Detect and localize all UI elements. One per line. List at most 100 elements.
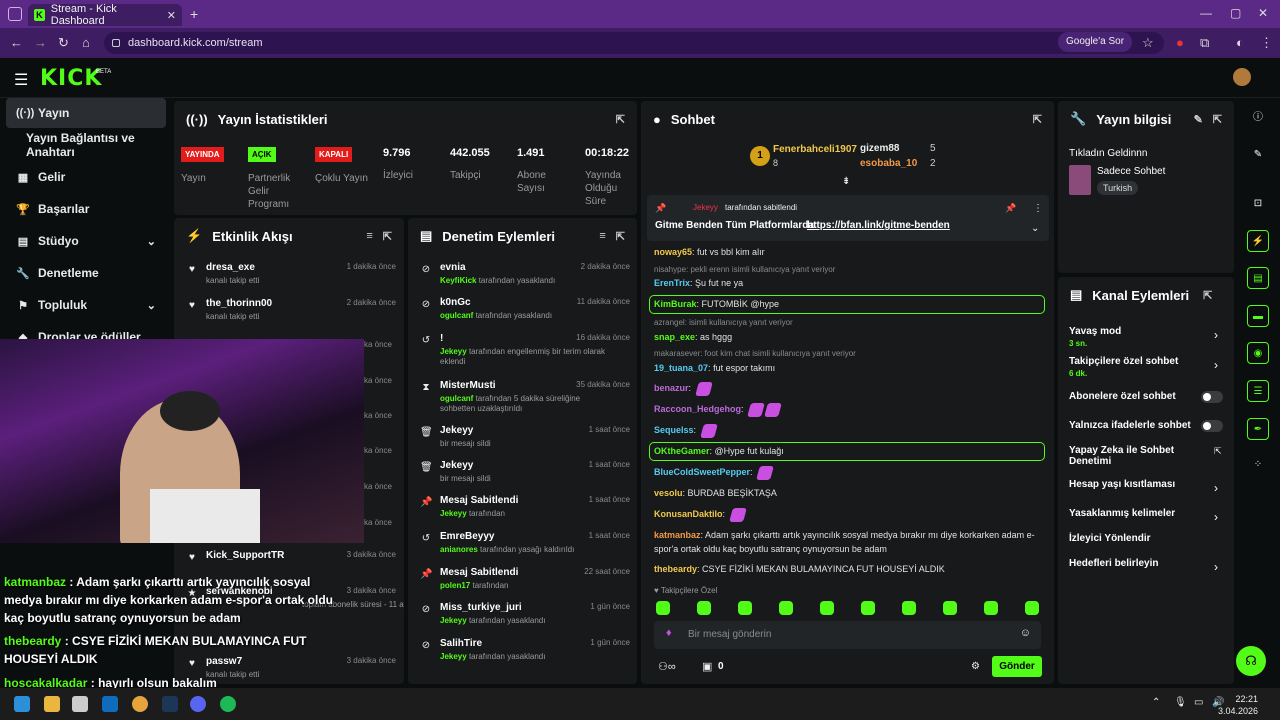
quick-emote-icon[interactable] — [984, 601, 998, 615]
channel-action-item[interactable]: Yavaş mod 3 sn. — [1069, 326, 1209, 348]
viewers-icon[interactable]: ⚇∞ — [658, 660, 676, 673]
filter-icon[interactable]: ≡ — [366, 230, 372, 242]
gift-icon[interactable]: ▣ — [702, 660, 712, 673]
emoji-icon[interactable]: ☺ — [1020, 627, 1031, 639]
reply-context[interactable]: azrangel: isimli kullanıcıya yanıt veriy… — [654, 318, 793, 327]
sidebar-item-yayin[interactable]: ((·)) Yayın — [6, 98, 166, 128]
list-item[interactable]: ⊘ k0nGc ogulcanf tarafından yasaklandı 1… — [416, 295, 636, 329]
chat-message[interactable]: KimBurak: FUTOMBİK @hype — [654, 297, 1044, 311]
popout-icon[interactable]: ⇱ — [1033, 113, 1042, 126]
more-icon[interactable]: ⋮ — [1033, 203, 1043, 214]
reply-context[interactable]: nisahype: pekli erenn isimli kullanıcıya… — [654, 265, 835, 274]
chat-message[interactable]: snap_exe: as hggg — [654, 330, 1044, 344]
back-icon[interactable]: ← — [10, 35, 23, 50]
chat-message[interactable]: KonusanDaktilo: — [654, 507, 1044, 522]
maximize-icon[interactable]: ▢ — [1230, 6, 1241, 20]
chat-username[interactable]: vesolu — [654, 488, 683, 498]
site-info-icon[interactable] — [112, 39, 120, 47]
list-item[interactable]: ⧗ MisterMusti ogulcanf tarafından 5 daki… — [416, 378, 636, 413]
tab-actions-icon[interactable] — [8, 7, 22, 21]
leader-name[interactable]: esobaba_10 — [860, 158, 917, 169]
reply-context[interactable]: makarasever: foot kim chat isimli kullan… — [654, 349, 856, 358]
focus-icon[interactable]: ⊡ — [1247, 193, 1269, 215]
list-icon[interactable]: ☰ — [1247, 380, 1269, 402]
chat-username[interactable]: snap_exe — [654, 332, 695, 342]
external-link-icon[interactable]: ⇱ — [1214, 446, 1222, 457]
chat-username[interactable]: OKtheGamer — [654, 446, 710, 456]
list-item[interactable]: 🗑 Jekeyy bir mesajı sildi 1 saat önce — [416, 458, 636, 492]
reload-icon[interactable]: ↻ — [58, 35, 69, 51]
leader-name[interactable]: gizem88 — [860, 143, 899, 154]
window-close-icon[interactable]: ✕ — [1258, 6, 1268, 20]
list-item[interactable]: ⊘ Miss_turkiye_juri Jekeyy tarafından ya… — [416, 600, 636, 634]
sidebar-item-topluluk[interactable]: ⚑ Topluluk ⌄ — [6, 290, 166, 320]
close-tab-icon[interactable]: ✕ — [167, 9, 176, 22]
filter-icon[interactable]: ≡ — [599, 230, 605, 242]
edit-icon[interactable]: ✎ — [1194, 113, 1203, 126]
category-thumbnail[interactable] — [1069, 165, 1091, 195]
support-button[interactable]: ☊ — [1236, 646, 1266, 676]
popout-icon[interactable]: ⇱ — [383, 230, 392, 243]
file-explorer-icon[interactable] — [44, 696, 60, 712]
chrome-icon[interactable] — [132, 696, 148, 712]
popout-icon[interactable]: ⇱ — [1203, 289, 1212, 302]
chat-message[interactable]: BlueColdSweetPepper: — [654, 465, 1044, 480]
chat-message[interactable]: vesolu: BURDAB BEŞİKTAŞA — [654, 486, 1044, 500]
channel-action-item[interactable]: İzleyici Yönlendir — [1069, 533, 1209, 544]
list-item[interactable]: ↺ ! Jekeyy tarafından engellenmiş bir te… — [416, 331, 636, 366]
channel-action-item[interactable]: Yapay Zeka ile Sohbet Denetimi — [1069, 445, 1209, 467]
chat-message[interactable]: ErenTrix: Şu fut ne ya — [654, 276, 1044, 290]
menu-icon[interactable]: ☰ — [14, 70, 28, 90]
list-item[interactable]: ⊘ SalihTire Jekeyy tarafından yasaklandı… — [416, 636, 636, 670]
chevron-right-icon[interactable]: › — [1214, 358, 1218, 372]
info-icon[interactable]: ⓘ — [1247, 107, 1269, 129]
pinned-link[interactable]: https://bfan.link/gitme-benden — [807, 220, 950, 231]
channel-action-item[interactable]: Hesap yaşı kısıtlaması — [1069, 479, 1209, 490]
channel-action-item[interactable]: Takipçilere özel sohbet 6 dk. — [1069, 356, 1209, 378]
tag-badge[interactable]: Turkish — [1097, 181, 1139, 195]
list-item[interactable]: 🗑 Jekeyy bir mesajı sildi 1 saat önce — [416, 423, 636, 457]
spotify-icon[interactable] — [220, 696, 236, 712]
list-item[interactable]: ♥ dresa_exe kanalı takip etti 1 dakika ö… — [182, 260, 402, 294]
gear-icon[interactable]: ⚙ — [971, 661, 980, 672]
chat-message[interactable]: 19_tuana_07: fut espor takımı — [654, 361, 1044, 375]
leader-name[interactable]: Fenerbahceli1907 — [773, 144, 857, 155]
chevron-right-icon[interactable]: › — [1214, 510, 1218, 524]
chat-username[interactable]: noway65 — [654, 247, 692, 257]
chat-username[interactable]: KimBurak — [654, 299, 697, 309]
chat-username[interactable]: KonusanDaktilo — [654, 509, 723, 519]
chat-username[interactable]: katmanbaz — [654, 530, 701, 540]
document-icon[interactable]: ▤ — [1247, 267, 1269, 289]
quick-emote-icon[interactable] — [779, 601, 793, 615]
chat-message[interactable]: Sequelss: — [654, 423, 1044, 438]
broadcast-icon[interactable]: ◉ — [1247, 342, 1269, 364]
store-icon[interactable] — [72, 696, 88, 712]
popout-icon[interactable]: ⇱ — [616, 230, 625, 243]
discord-icon[interactable] — [190, 696, 206, 712]
channel-action-item[interactable]: Yasaklanmış kelimeler — [1069, 508, 1209, 519]
channel-action-item[interactable]: Abonelere özel sohbet — [1069, 391, 1209, 402]
add-widget-icon[interactable]: ⁘ — [1247, 454, 1269, 476]
popout-icon[interactable]: ⇱ — [616, 113, 625, 126]
chat-message[interactable]: katmanbaz: Adam şarkı çıkarttı artık yay… — [654, 528, 1044, 556]
chat-username[interactable]: 19_tuana_07 — [654, 363, 708, 373]
chat-username[interactable]: BlueColdSweetPepper — [654, 467, 750, 477]
browser-menu-icon[interactable]: ⋮ — [1260, 35, 1273, 51]
channel-action-item[interactable]: Yalnızca ifadelerle sohbet — [1069, 420, 1209, 431]
google-ask-button[interactable]: Google'a Sor — [1058, 32, 1133, 52]
sidebar-item-gelir[interactable]: ▦ Gelir — [6, 162, 166, 192]
quick-emote-icon[interactable] — [1025, 601, 1039, 615]
chat-username[interactable]: Raccoon_Hedgehog — [654, 404, 741, 414]
pin-icon[interactable]: 📌 — [1005, 203, 1016, 214]
toggle-switch[interactable] — [1201, 420, 1223, 432]
chat-message[interactable]: Raccoon_Hedgehog: — [654, 402, 1044, 417]
chat-username[interactable]: Sequelss — [654, 425, 694, 435]
emote-picker-icon[interactable]: ♦ — [666, 627, 672, 639]
avatar[interactable] — [1233, 68, 1251, 86]
pen-icon[interactable]: ✎ — [1247, 144, 1269, 166]
chat-username[interactable]: ErenTrix — [654, 278, 690, 288]
extensions-puzzle-icon[interactable]: ⧉ — [1200, 35, 1209, 51]
sidebar-item-studyo[interactable]: ▤ Stüdyo ⌄ — [6, 226, 166, 256]
network-icon[interactable]: ▭ — [1194, 697, 1203, 708]
chat-message[interactable]: benazur: — [654, 381, 1044, 396]
